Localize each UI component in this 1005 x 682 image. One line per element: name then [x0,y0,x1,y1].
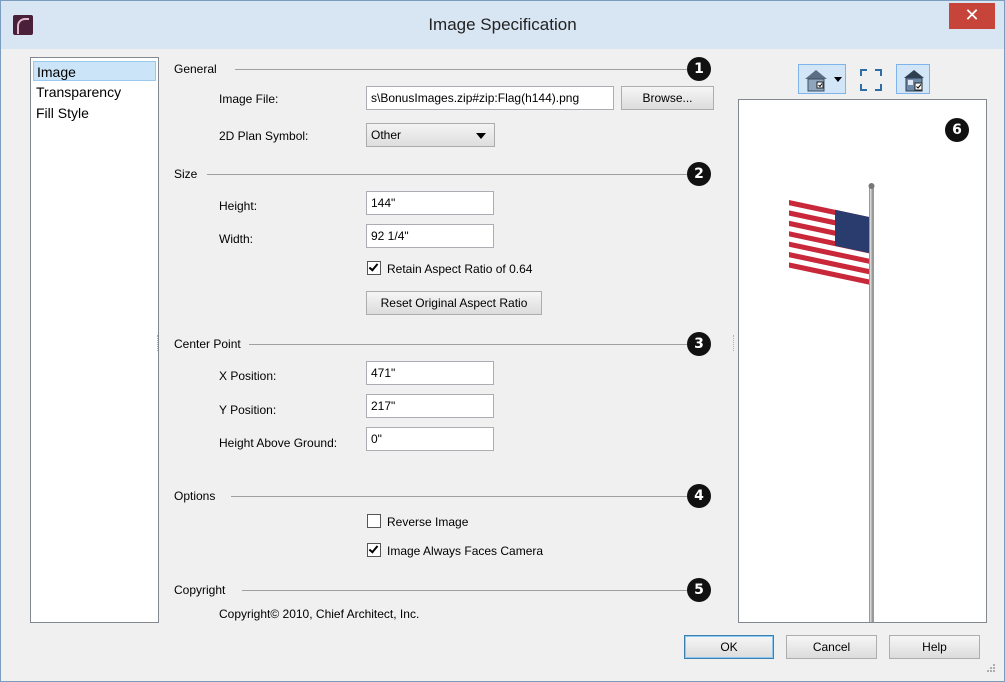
retain-aspect-checkbox[interactable] [367,261,381,275]
width-label: Width: [219,232,254,246]
callout-badge-3: 3 [687,332,711,356]
x-position-field[interactable]: 471" [366,361,494,385]
section-divider [231,496,687,497]
nav-item-image[interactable]: Image [33,61,156,81]
plan-symbol-label: 2D Plan Symbol: [219,129,309,143]
reset-aspect-ratio-button[interactable]: Reset Original Aspect Ratio [366,291,542,315]
checkmark-icon [368,261,379,272]
checkmark-icon [368,543,379,554]
category-list[interactable]: Image Transparency Fill Style [30,57,159,623]
section-options-label: Options [174,489,216,503]
title-bar[interactable]: Image Specification ✕ [1,1,1004,49]
y-position-label: Y Position: [219,403,277,417]
cancel-button[interactable]: Cancel [786,635,877,659]
width-field[interactable]: 92 1/4" [366,224,494,248]
height-above-ground-label: Height Above Ground: [219,436,338,450]
show-room-icon [904,70,924,92]
section-general-label: General [174,62,217,76]
section-center-point-label: Center Point [174,337,241,351]
chevron-down-icon [476,133,486,139]
image-file-label: Image File: [219,92,279,106]
section-copyright-label: Copyright [174,583,226,597]
faces-camera-label: Image Always Faces Camera [387,544,544,558]
browse-button[interactable]: Browse... [621,86,714,110]
callout-badge-2: 2 [687,162,711,186]
section-divider [249,344,687,345]
section-divider [207,174,687,175]
callout-badge-4: 4 [687,484,711,508]
section-divider [235,69,687,70]
plan-symbol-value: Other [371,128,402,142]
image-file-field[interactable]: s\BonusImages.zip#zip:Flag(h144).png [366,86,614,110]
fit-view-button[interactable] [855,64,885,94]
nav-item-fill-style[interactable]: Fill Style [33,103,156,123]
callout-badge-1: 1 [687,57,711,81]
callout-badge-5: 5 [687,578,711,602]
image-preview-panel[interactable]: 6 [738,99,987,623]
close-button[interactable]: ✕ [949,3,995,29]
house-view-icon [805,70,842,92]
plan-symbol-select[interactable]: Other [366,123,495,147]
dotted-marker [157,335,158,351]
y-position-field[interactable]: 217" [366,394,494,418]
dialog-body: Image Transparency Fill Style General 1 … [9,49,998,675]
nav-item-transparency[interactable]: Transparency [33,82,156,102]
height-label: Height: [219,199,258,213]
help-button[interactable]: Help [889,635,980,659]
flag-preview-image [789,183,875,622]
dialog-title: Image Specification [428,15,577,34]
reverse-image-checkbox[interactable] [367,514,381,528]
retain-aspect-label: Retain Aspect Ratio of 0.64 [387,262,533,276]
show-room-button[interactable] [896,64,930,94]
section-divider [242,590,687,591]
resize-grip-icon[interactable] [986,663,996,673]
reverse-image-label: Reverse Image [387,515,469,529]
height-above-ground-field[interactable]: 0" [366,427,494,451]
copyright-text: Copyright© 2010, Chief Architect, Inc. [219,607,420,621]
house-view-dropdown-button[interactable] [798,64,846,94]
image-specification-dialog: Image Specification ✕ Image Transparency… [0,0,1005,682]
faces-camera-checkbox[interactable] [367,543,381,557]
section-size-label: Size [174,167,198,181]
ok-button[interactable]: OK [684,635,774,659]
fit-view-icon [860,69,882,91]
x-position-label: X Position: [219,369,277,383]
dotted-marker [733,335,734,351]
height-field[interactable]: 144" [366,191,494,215]
